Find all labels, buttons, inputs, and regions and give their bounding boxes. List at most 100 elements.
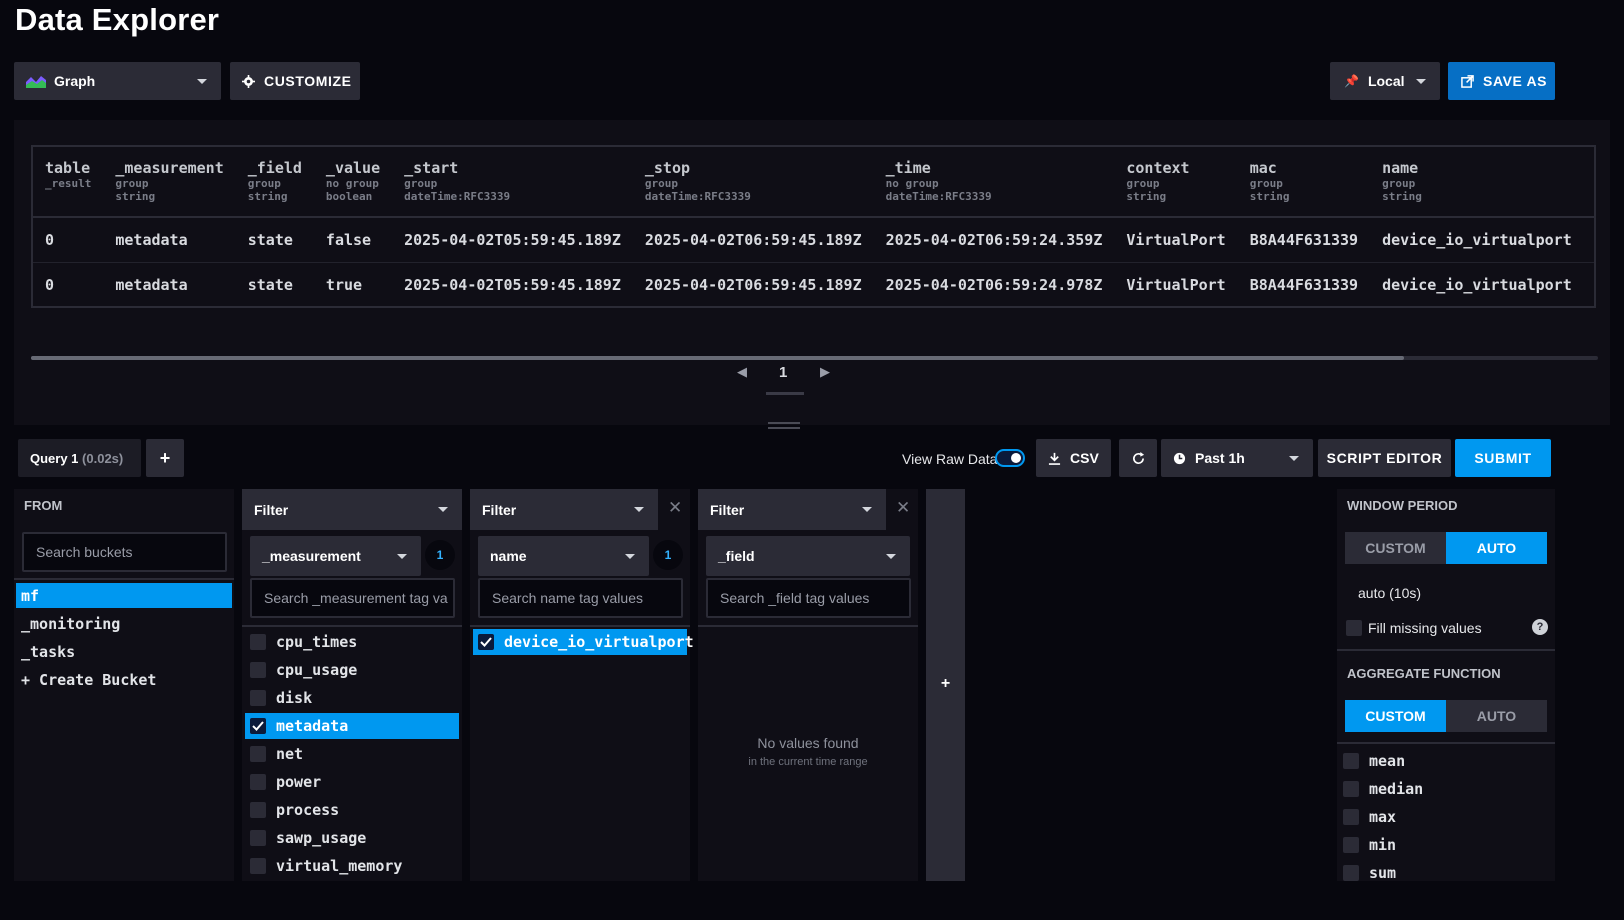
- aggregate-function-item[interactable]: min: [1343, 831, 1396, 859]
- table-cell: VirtualPort: [1126, 275, 1226, 294]
- column-header[interactable]: mac group string: [1238, 147, 1370, 217]
- checkbox[interactable]: [250, 746, 266, 762]
- checkbox[interactable]: [1343, 781, 1359, 797]
- resize-handle[interactable]: [768, 422, 800, 430]
- fill-missing-checkbox[interactable]: Fill missing values: [1346, 620, 1482, 636]
- checkbox[interactable]: [250, 662, 266, 678]
- table-row: 0 metadata state false 2025-04-02T05:59:45.1…: [33, 217, 1594, 263]
- close-icon[interactable]: ✕: [668, 498, 682, 518]
- tag-key-dropdown[interactable]: _field: [706, 536, 910, 576]
- tag-value-label: cpu_usage: [276, 661, 358, 679]
- checkbox[interactable]: [250, 718, 266, 734]
- tag-value-item[interactable]: process: [245, 797, 459, 823]
- bucket-item[interactable]: _tasks: [16, 639, 232, 664]
- column-header[interactable]: table _result: [33, 147, 103, 217]
- tag-value-item[interactable]: net: [245, 741, 459, 767]
- checkbox[interactable]: [250, 830, 266, 846]
- help-icon[interactable]: ?: [1532, 619, 1548, 635]
- column-header[interactable]: _start group dateTime:RFC3339: [392, 147, 633, 217]
- checkbox[interactable]: [250, 802, 266, 818]
- divider: [242, 625, 462, 627]
- bucket-item[interactable]: mf: [16, 583, 232, 608]
- tag-value-item[interactable]: virtual_memory: [245, 853, 459, 879]
- aggregate-auto-button[interactable]: AUTO: [1446, 700, 1547, 732]
- tag-value-item[interactable]: cpu_times: [245, 629, 459, 655]
- tag-value-item[interactable]: device_io_virtualport: [473, 629, 694, 655]
- divider: [14, 578, 234, 580]
- filter-header[interactable]: Filter: [470, 489, 658, 530]
- page-number[interactable]: 1: [779, 364, 787, 381]
- tag-value-label: net: [276, 745, 304, 763]
- column-header[interactable]: _field group string: [236, 147, 314, 217]
- bucket-item[interactable]: _monitoring: [16, 611, 232, 636]
- tag-key-dropdown[interactable]: name: [478, 536, 649, 576]
- tag-value-item[interactable]: metadata: [245, 713, 459, 739]
- aggregate-function-item[interactable]: median: [1343, 775, 1423, 803]
- time-range-dropdown[interactable]: Past 1h: [1161, 439, 1313, 477]
- aggregate-function-item[interactable]: sum: [1343, 859, 1396, 887]
- script-editor-button[interactable]: SCRIPT EDITOR: [1318, 439, 1451, 477]
- view-raw-data-toggle[interactable]: [995, 449, 1025, 467]
- customize-button[interactable]: CUSTOMIZE: [230, 62, 360, 100]
- close-icon[interactable]: ✕: [896, 498, 910, 518]
- bucket-search-input[interactable]: Search buckets: [22, 532, 227, 572]
- checkbox[interactable]: [250, 690, 266, 706]
- checkbox[interactable]: [1343, 865, 1359, 881]
- create-bucket-item[interactable]: + Create Bucket: [16, 667, 232, 692]
- divider: [1337, 649, 1555, 651]
- save-as-button[interactable]: SAVE AS: [1448, 62, 1555, 100]
- tag-value-item[interactable]: power: [245, 769, 459, 795]
- checkbox[interactable]: [1343, 809, 1359, 825]
- checkbox[interactable]: [1343, 753, 1359, 769]
- refresh-button[interactable]: [1119, 439, 1157, 477]
- column-header[interactable]: _time no group dateTime:RFC3339: [874, 147, 1115, 217]
- aggregate-toggle: CUSTOM AUTO: [1345, 700, 1547, 732]
- column-header[interactable]: name group string: [1370, 147, 1584, 217]
- checkbox[interactable]: [478, 634, 494, 650]
- filter-header[interactable]: Filter: [698, 489, 886, 530]
- aggregate-function-item[interactable]: max: [1343, 803, 1396, 831]
- table-cell: 2025-04-02T05:59:45.189Z: [392, 217, 633, 263]
- table-cell: 2025-04-02T06:59:45.189Z: [632, 217, 874, 263]
- chevron-down-icon: [1416, 78, 1426, 84]
- prev-page-icon[interactable]: ◀: [737, 364, 747, 380]
- column-header[interactable]: _value no group boolean: [314, 147, 392, 217]
- horizontal-scrollbar-thumb[interactable]: [31, 356, 1404, 360]
- window-aggregate-pane: WINDOW PERIOD CUSTOM AUTO auto (10s) Fil…: [1337, 489, 1555, 882]
- filter-pane-name: Filter ✕ name 1 Search name tag values d…: [470, 489, 694, 881]
- column-header[interactable]: _measurement group string: [103, 147, 235, 217]
- tag-value-search-input[interactable]: Search _field tag values: [706, 578, 911, 618]
- submit-button[interactable]: SUBMIT: [1455, 439, 1551, 477]
- column-group: group: [404, 177, 438, 190]
- graph-type-dropdown[interactable]: Graph: [14, 62, 221, 100]
- aggregate-function-item[interactable]: mean: [1343, 747, 1405, 775]
- window-auto-button[interactable]: AUTO: [1446, 532, 1547, 564]
- aggregate-function-label: sum: [1369, 864, 1397, 882]
- checkbox[interactable]: [250, 634, 266, 650]
- tag-value-search-input[interactable]: Search name tag values: [478, 578, 683, 618]
- checkbox[interactable]: [250, 858, 266, 874]
- aggregate-custom-button[interactable]: CUSTOM: [1345, 700, 1446, 732]
- tag-key-dropdown[interactable]: _measurement: [250, 536, 421, 576]
- column-header[interactable]: context group string: [1114, 147, 1237, 217]
- tag-value-search-input[interactable]: Search _measurement tag va: [250, 578, 455, 618]
- csv-button[interactable]: CSV: [1036, 439, 1111, 477]
- tag-value-item[interactable]: disk: [245, 685, 459, 711]
- checkbox[interactable]: [1343, 837, 1359, 853]
- filter-header[interactable]: Filter: [242, 489, 462, 530]
- graph-icon: [26, 76, 46, 88]
- add-query-button[interactable]: +: [146, 439, 184, 477]
- add-filter-button[interactable]: +: [926, 489, 965, 881]
- tag-value-item[interactable]: sawp_usage: [245, 825, 459, 851]
- window-custom-button[interactable]: CUSTOM: [1345, 532, 1446, 564]
- tag-value-item[interactable]: cpu_usage: [245, 657, 459, 683]
- add-filter-label: +: [940, 675, 951, 692]
- checkbox[interactable]: [250, 774, 266, 790]
- query-tab[interactable]: Query 1 (0.02s): [18, 439, 141, 477]
- column-header[interactable]: topicgroupstring: [1584, 147, 1594, 217]
- next-page-icon[interactable]: ▶: [820, 364, 830, 380]
- column-header[interactable]: _stop group dateTime:RFC3339: [633, 147, 874, 217]
- aggregate-function-label: median: [1369, 780, 1424, 798]
- timezone-dropdown[interactable]: 📌 Local: [1330, 62, 1440, 100]
- csv-label: CSV: [1070, 450, 1099, 466]
